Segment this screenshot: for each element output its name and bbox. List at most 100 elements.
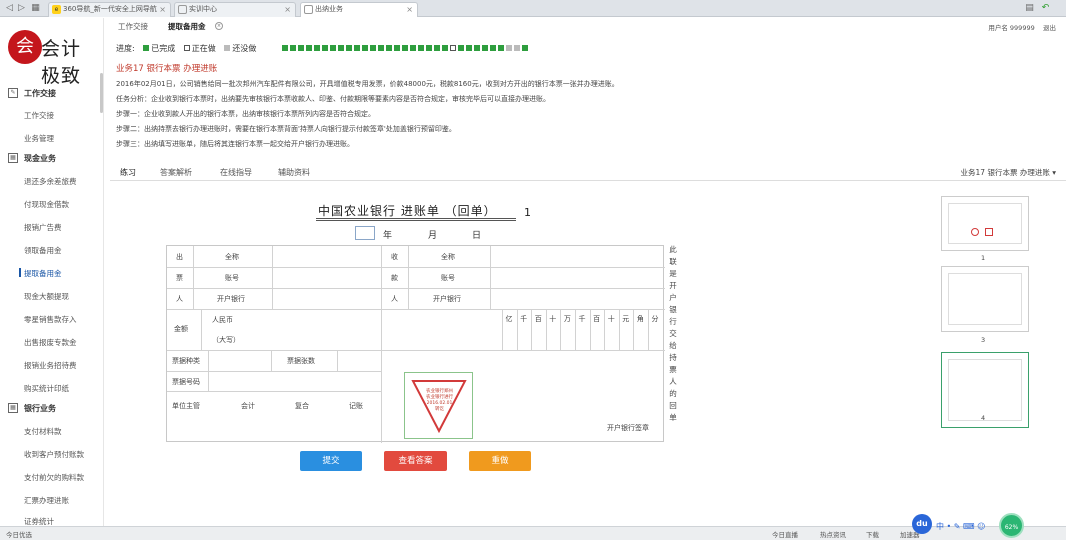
- undo-icon[interactable]: ↶: [1040, 3, 1051, 14]
- progress-step-todo: [506, 45, 512, 51]
- bookmark-icon[interactable]: ▤: [1024, 3, 1035, 14]
- bill-number-input[interactable]: [209, 372, 380, 390]
- tab-online-guide[interactable]: 在线指导: [220, 167, 252, 178]
- sidebar-item[interactable]: 支付材料款: [24, 426, 62, 437]
- tab-answer-analysis[interactable]: 答案解析: [160, 167, 192, 178]
- user-area: 用户名 999999 退出: [988, 22, 1056, 32]
- sidebar-group-handover[interactable]: ✎ 工作交接: [8, 88, 56, 99]
- bank-stamp-area[interactable]: 农业银行郑州 农业银行进行 2016.02.01 转讫: [404, 372, 473, 439]
- page-icon: ▦: [31, 3, 40, 13]
- tab-resources[interactable]: 辅助资料: [278, 167, 310, 178]
- view-answer-button[interactable]: 查看答案: [384, 451, 447, 471]
- thumbnail-2[interactable]: [941, 266, 1029, 332]
- side-note-char: 户: [669, 293, 677, 302]
- sidebar-item[interactable]: 购买统计印纸: [24, 383, 69, 394]
- forward-icon[interactable]: ▷: [16, 3, 27, 14]
- browser-tab-cashier[interactable]: 出纳业务 ×: [300, 2, 418, 17]
- close-icon[interactable]: ×: [159, 3, 166, 16]
- payer-bank-input[interactable]: [273, 289, 380, 308]
- side-note-char: 银: [669, 305, 677, 314]
- logout-link[interactable]: 退出: [1043, 24, 1056, 32]
- date-month-label: 月: [428, 231, 438, 241]
- sidebar-item[interactable]: 零星销售款存入: [24, 314, 77, 325]
- browser-tab-360[interactable]: e 360导航_新一代安全上网导航 ×: [48, 2, 171, 17]
- tab-handover[interactable]: 工作交接: [118, 21, 148, 32]
- document-title: 中国农业银行 进账单 （回单）: [318, 204, 497, 218]
- sidebar-item[interactable]: 领取备用金: [24, 245, 62, 256]
- sidebar-scrollbar[interactable]: [100, 73, 103, 113]
- sidebar-item[interactable]: 付现现金借款: [24, 199, 69, 210]
- payer-bank-label: 开户银行: [217, 295, 245, 303]
- sidebar-item[interactable]: 汇票办理进账: [24, 495, 69, 506]
- payer-account-input[interactable]: [273, 268, 380, 287]
- payee-bank-label: 开户银行: [433, 295, 461, 303]
- progress-step-done: [474, 45, 480, 51]
- today-picks-label: 今日优选: [6, 531, 32, 539]
- payee-name-input[interactable]: [491, 247, 663, 266]
- side-note-char: 此: [669, 245, 677, 254]
- progress-step-done: [522, 45, 528, 51]
- payer-side-label: 票: [176, 274, 183, 282]
- today-picks[interactable]: 今日优选: [6, 529, 32, 539]
- payee-account-input[interactable]: [491, 268, 663, 287]
- payer-name-label: 全称: [225, 253, 239, 261]
- sidebar-item[interactable]: 支付前欠的购料款: [24, 472, 84, 483]
- sidebar-item[interactable]: 报销广告费: [24, 222, 62, 233]
- sidebar-item[interactable]: 收到客户预付账款: [24, 449, 84, 460]
- business-desc-line: 步骤三：出纳填写进账单，随后将其连银行本票一起交给开户银行办理进账。: [116, 140, 354, 148]
- sidebar-group-cash[interactable]: ▦ 现金业务: [8, 153, 56, 164]
- browser-tab-training[interactable]: 实训中心 ×: [174, 2, 296, 17]
- tab-withdraw-reserve[interactable]: 提取备用金: [168, 21, 206, 32]
- bill-count-input[interactable]: [338, 351, 380, 370]
- thumbnail-preview: [948, 273, 1022, 325]
- side-note-char: 是: [669, 269, 677, 278]
- close-icon[interactable]: ×: [406, 3, 413, 16]
- payer-name-input[interactable]: [273, 247, 380, 266]
- copy-number: 1: [524, 206, 531, 219]
- bill-type-input[interactable]: [209, 351, 270, 370]
- legend-current-swatch: [183, 45, 190, 51]
- input-method-icon[interactable]: 中 • ✎ ⌨ ☺: [936, 521, 985, 532]
- tab-practice[interactable]: 练习: [120, 167, 136, 178]
- progress-step-done: [418, 45, 424, 51]
- status-item[interactable]: 下载: [866, 529, 879, 539]
- sidebar-item[interactable]: 报销业务招待费: [24, 360, 77, 371]
- side-note-char: 回: [669, 401, 677, 410]
- progress-label: 进度:: [116, 44, 135, 53]
- close-icon[interactable]: ×: [284, 3, 291, 16]
- sidebar-item[interactable]: 现金大额提现: [24, 291, 69, 302]
- sidebar-item[interactable]: 工作交接: [24, 110, 54, 121]
- amount-uppercase-input[interactable]: [257, 312, 497, 348]
- back-icon[interactable]: ◁: [4, 3, 15, 14]
- business-desc-line: 任务分析：企业收到银行本票时，出纳要先审核银行本票收款人、印鉴、付款期限等要素内…: [116, 95, 550, 103]
- date-year-input[interactable]: [355, 226, 375, 240]
- payee-bank-input[interactable]: [491, 289, 663, 308]
- thumbnail-1[interactable]: [941, 196, 1029, 251]
- browser-tab-label: 360导航_新一代安全上网导航: [63, 5, 157, 13]
- sidebar-item[interactable]: 业务管理: [24, 133, 54, 144]
- redo-button[interactable]: 重做: [469, 451, 531, 471]
- payee-side-label: 收: [391, 253, 398, 261]
- business-select[interactable]: 业务17 银行本票 办理进账 ▾: [961, 167, 1056, 178]
- bill-type-label: 票据种类: [172, 357, 200, 365]
- browser-tab-label: 实训中心: [189, 5, 217, 13]
- sidebar-group-label: 现金业务: [24, 154, 56, 163]
- payee-account-label: 账号: [441, 274, 455, 282]
- progress-step-done: [426, 45, 432, 51]
- status-item[interactable]: 今日直播: [772, 529, 798, 539]
- progress-step-done: [322, 45, 328, 51]
- browser-tab-icon: [178, 5, 187, 14]
- user-name: 用户名 999999: [988, 24, 1035, 32]
- baidu-icon[interactable]: du: [912, 514, 932, 534]
- progress-step-todo: [514, 45, 520, 51]
- progress-step-done: [338, 45, 344, 51]
- progress-step-done: [378, 45, 384, 51]
- submit-button[interactable]: 提交: [300, 451, 362, 471]
- sidebar-group-bank[interactable]: ▦ 银行业务: [8, 403, 56, 414]
- sidebar-item[interactable]: 出售报废专款金: [24, 337, 77, 348]
- close-icon[interactable]: ×: [215, 22, 223, 30]
- sidebar-item[interactable]: 退还多余差旅费: [24, 176, 77, 187]
- progress-step-done: [306, 45, 312, 51]
- sidebar-item-active[interactable]: 提取备用金: [24, 268, 62, 279]
- status-item[interactable]: 热点资讯: [820, 529, 846, 539]
